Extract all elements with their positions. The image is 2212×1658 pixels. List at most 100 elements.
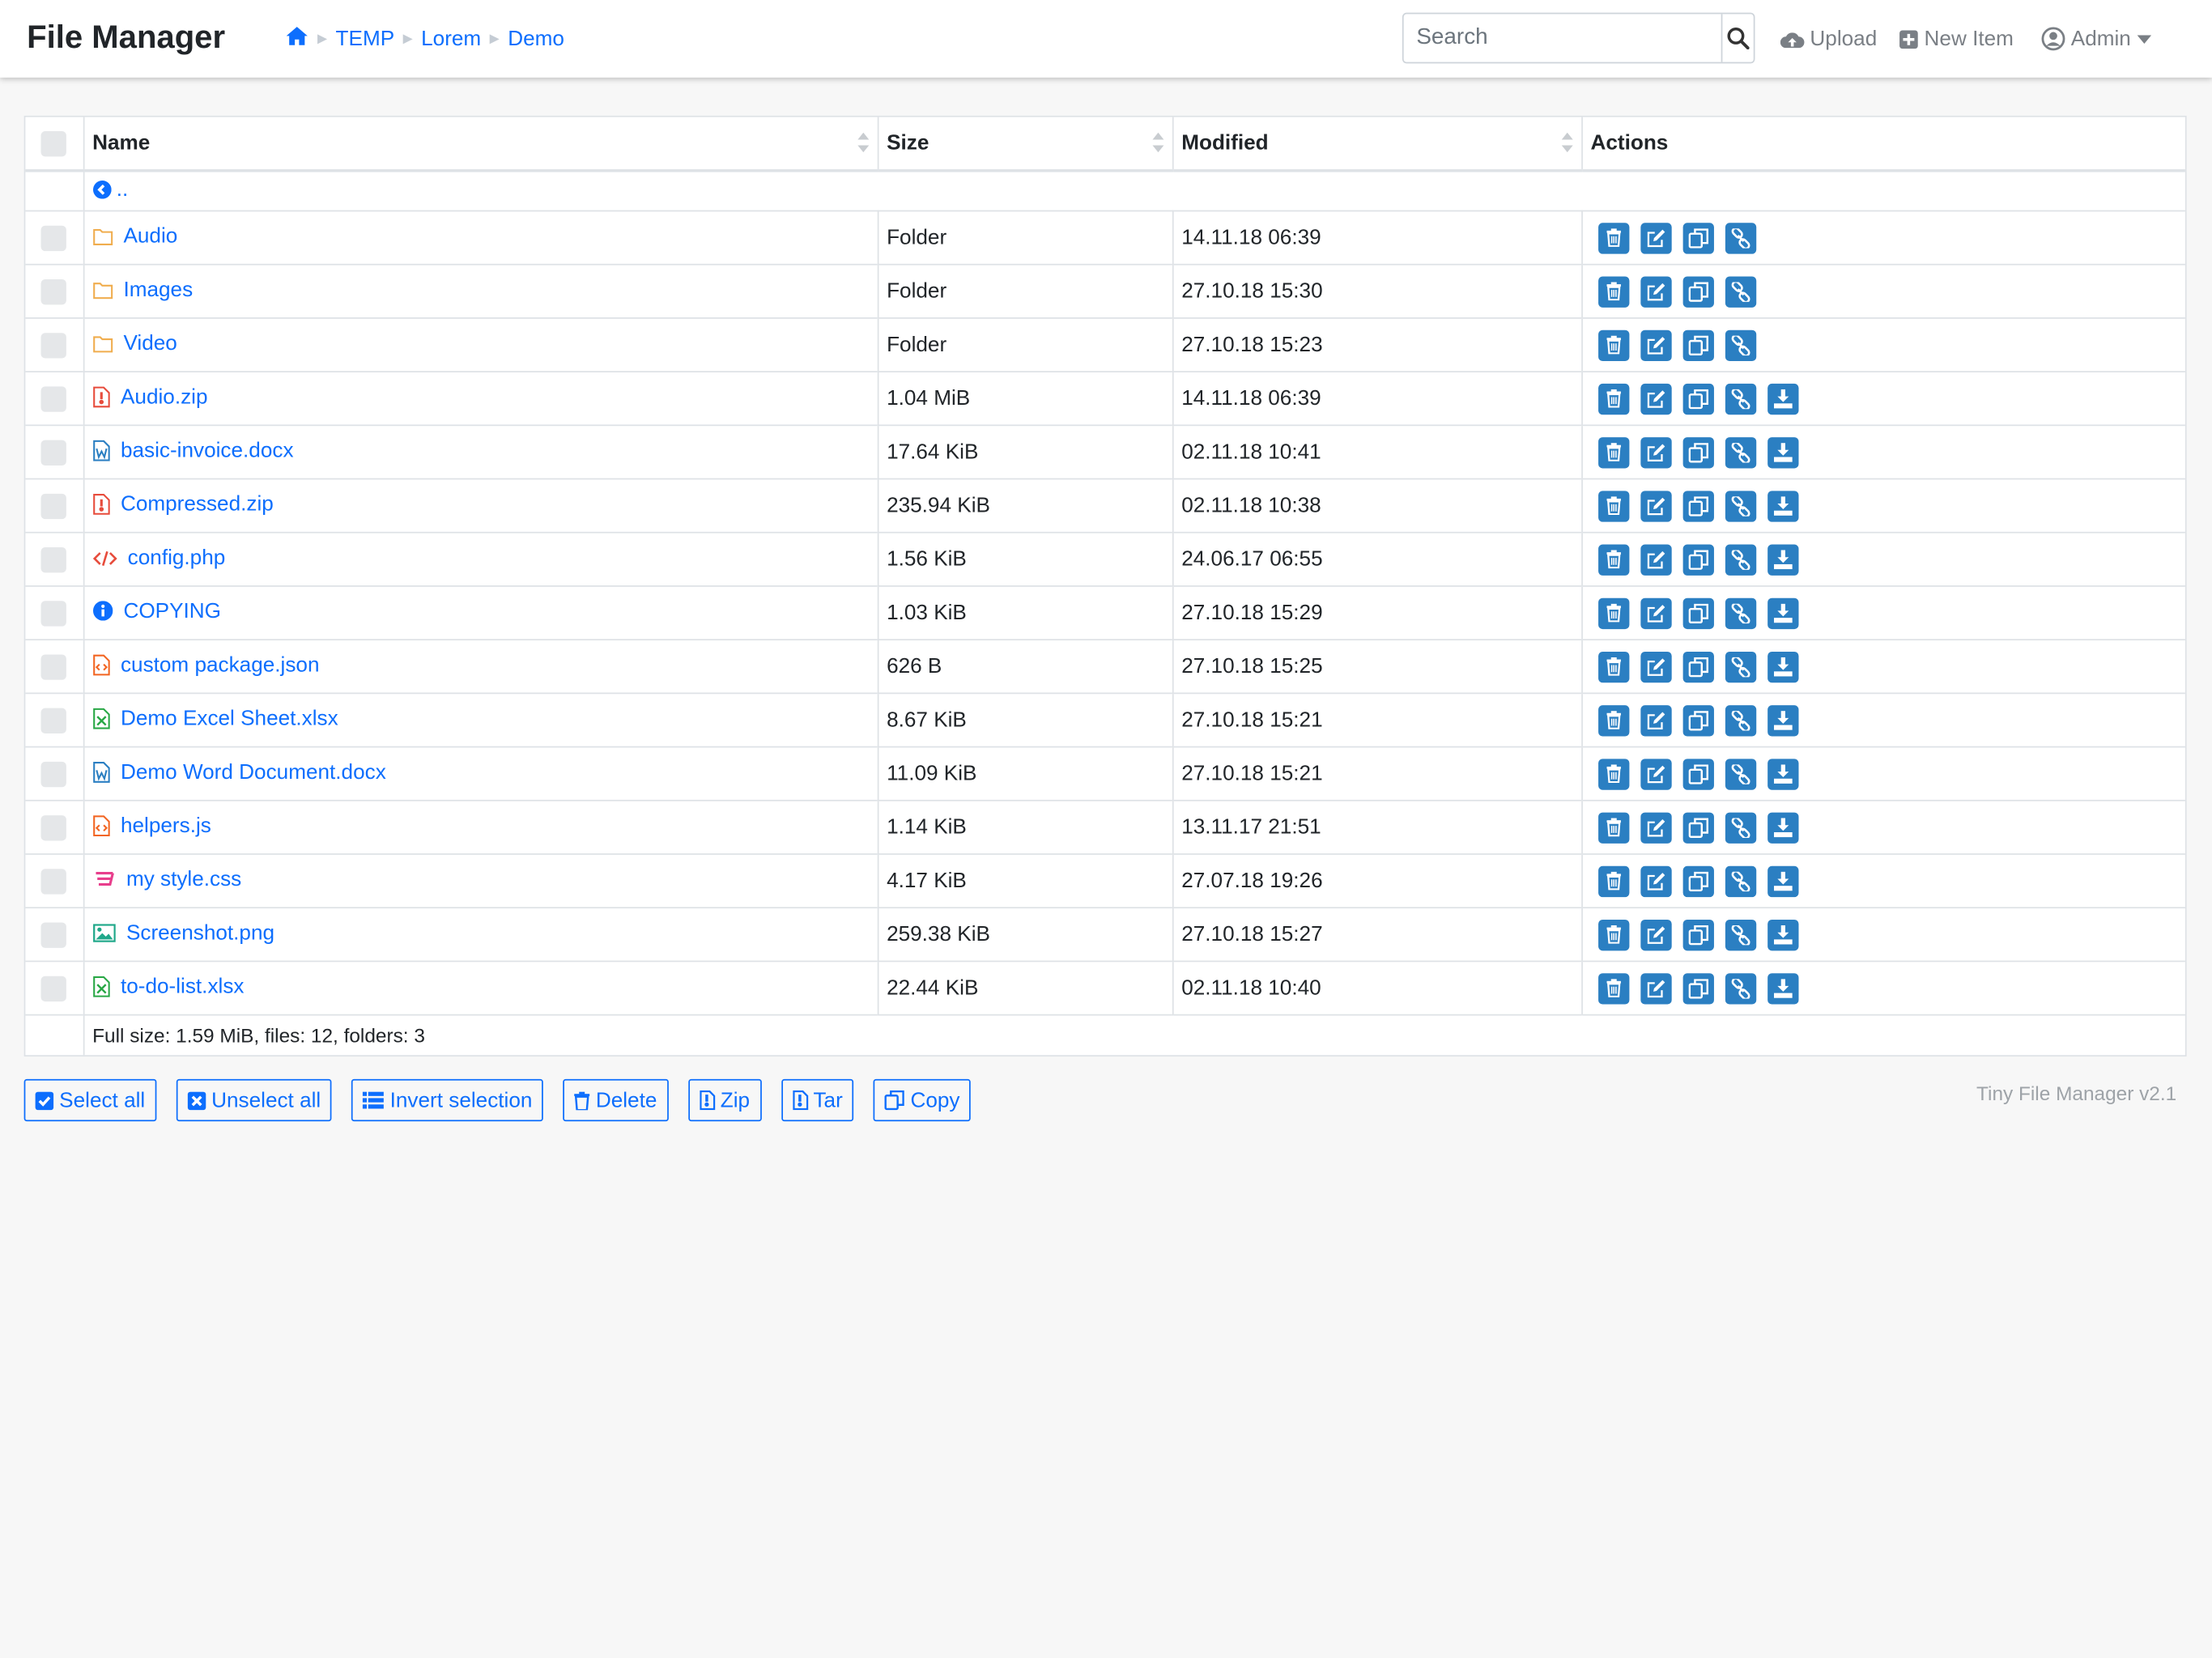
row-checkbox[interactable] (40, 921, 67, 948)
row-checkbox[interactable] (40, 868, 67, 894)
copy-action-button[interactable] (1682, 811, 1714, 844)
zip-button[interactable]: Zip (687, 1078, 762, 1122)
rename-action-button[interactable] (1640, 651, 1671, 682)
copy-action-button[interactable] (1682, 383, 1714, 414)
delete-action-button[interactable] (1597, 329, 1629, 361)
file-name-link[interactable]: to-do-list.xlsx (92, 974, 244, 998)
row-checkbox[interactable] (40, 439, 67, 466)
row-checkbox[interactable] (40, 707, 67, 733)
direct-link-action-button[interactable] (1725, 758, 1756, 789)
rename-action-button[interactable] (1640, 275, 1671, 307)
row-checkbox[interactable] (40, 332, 67, 358)
file-name-link[interactable]: Images (92, 278, 193, 302)
delete-action-button[interactable] (1597, 865, 1629, 897)
delete-action-button[interactable] (1597, 704, 1629, 736)
invert-selection-button[interactable]: Invert selection (351, 1078, 544, 1122)
download-action-button[interactable] (1767, 811, 1798, 844)
direct-link-action-button[interactable] (1725, 704, 1756, 736)
delete-action-button[interactable] (1597, 222, 1629, 253)
breadcrumb-lorem[interactable]: Lorem (421, 27, 481, 51)
copy-action-button[interactable] (1682, 543, 1714, 576)
new-item-link[interactable]: New Item (1899, 27, 2014, 51)
download-action-button[interactable] (1767, 758, 1798, 789)
file-name-link[interactable]: basic-invoice.docx (92, 438, 294, 462)
row-checkbox[interactable] (40, 224, 67, 251)
download-action-button[interactable] (1767, 543, 1798, 576)
direct-link-action-button[interactable] (1725, 972, 1756, 1004)
row-checkbox[interactable] (40, 385, 67, 411)
row-checkbox[interactable] (40, 653, 67, 679)
rename-action-button[interactable] (1640, 919, 1671, 950)
file-name-link[interactable]: Compressed.zip (92, 491, 274, 516)
rename-action-button[interactable] (1640, 329, 1671, 361)
rename-action-button[interactable] (1640, 758, 1671, 789)
parent-directory-link[interactable]: .. (92, 178, 128, 202)
copy-action-button[interactable] (1682, 490, 1714, 521)
delete-action-button[interactable] (1597, 758, 1629, 789)
file-name-link[interactable]: COPYING (92, 599, 221, 623)
delete-action-button[interactable] (1597, 811, 1629, 844)
file-name-link[interactable]: Audio.zip (92, 385, 208, 408)
delete-action-button[interactable] (1597, 543, 1629, 576)
upload-link[interactable]: Upload (1780, 27, 1877, 51)
file-name-link[interactable]: my style.css (92, 868, 241, 891)
copy-action-button[interactable] (1682, 275, 1714, 307)
download-action-button[interactable] (1767, 490, 1798, 521)
row-checkbox[interactable] (40, 814, 67, 840)
user-menu[interactable]: Admin (2041, 27, 2156, 51)
rename-action-button[interactable] (1640, 436, 1671, 468)
file-name-link[interactable]: Demo Excel Sheet.xlsx (92, 706, 338, 730)
file-name-link[interactable]: Screenshot.png (92, 921, 274, 945)
direct-link-action-button[interactable] (1725, 543, 1756, 576)
file-name-link[interactable]: Video (92, 332, 177, 356)
copy-action-button[interactable] (1682, 329, 1714, 361)
file-name-link[interactable]: config.php (92, 546, 225, 570)
direct-link-action-button[interactable] (1725, 222, 1756, 253)
copy-button[interactable]: Copy (874, 1078, 972, 1122)
copy-action-button[interactable] (1682, 704, 1714, 736)
direct-link-action-button[interactable] (1725, 436, 1756, 468)
download-action-button[interactable] (1767, 597, 1798, 629)
row-checkbox[interactable] (40, 975, 67, 1001)
breadcrumb-temp[interactable]: TEMP (336, 27, 395, 51)
search-button[interactable] (1721, 14, 1754, 62)
download-action-button[interactable] (1767, 704, 1798, 736)
row-checkbox[interactable] (40, 546, 67, 572)
unselect-all-button[interactable]: Unselect all (176, 1078, 333, 1122)
row-checkbox[interactable] (40, 761, 67, 787)
delete-action-button[interactable] (1597, 972, 1629, 1004)
file-name-link[interactable]: custom package.json (92, 653, 320, 676)
download-action-button[interactable] (1767, 972, 1798, 1004)
rename-action-button[interactable] (1640, 222, 1671, 253)
header-checkbox[interactable] (40, 130, 67, 156)
copy-action-button[interactable] (1682, 758, 1714, 789)
delete-action-button[interactable] (1597, 275, 1629, 307)
tar-button[interactable]: Tar (781, 1078, 854, 1122)
delete-action-button[interactable] (1597, 919, 1629, 950)
row-checkbox[interactable] (40, 492, 67, 519)
rename-action-button[interactable] (1640, 543, 1671, 576)
direct-link-action-button[interactable] (1725, 383, 1756, 414)
download-action-button[interactable] (1767, 919, 1798, 950)
copy-action-button[interactable] (1682, 597, 1714, 629)
row-checkbox[interactable] (40, 278, 67, 304)
direct-link-action-button[interactable] (1725, 329, 1756, 361)
rename-action-button[interactable] (1640, 490, 1671, 521)
copy-action-button[interactable] (1682, 919, 1714, 950)
rename-action-button[interactable] (1640, 383, 1671, 414)
delete-action-button[interactable] (1597, 597, 1629, 629)
app-title[interactable]: File Manager (27, 19, 225, 57)
direct-link-action-button[interactable] (1725, 597, 1756, 629)
breadcrumb-demo[interactable]: Demo (508, 27, 564, 51)
name-column-header[interactable]: Name (83, 117, 878, 172)
download-action-button[interactable] (1767, 383, 1798, 414)
modified-column-header[interactable]: Modified (1172, 117, 1583, 172)
direct-link-action-button[interactable] (1725, 490, 1756, 521)
delete-action-button[interactable] (1597, 383, 1629, 414)
direct-link-action-button[interactable] (1725, 275, 1756, 307)
copy-action-button[interactable] (1682, 222, 1714, 253)
direct-link-action-button[interactable] (1725, 811, 1756, 844)
delete-action-button[interactable] (1597, 436, 1629, 468)
row-checkbox[interactable] (40, 600, 67, 626)
download-action-button[interactable] (1767, 651, 1798, 682)
